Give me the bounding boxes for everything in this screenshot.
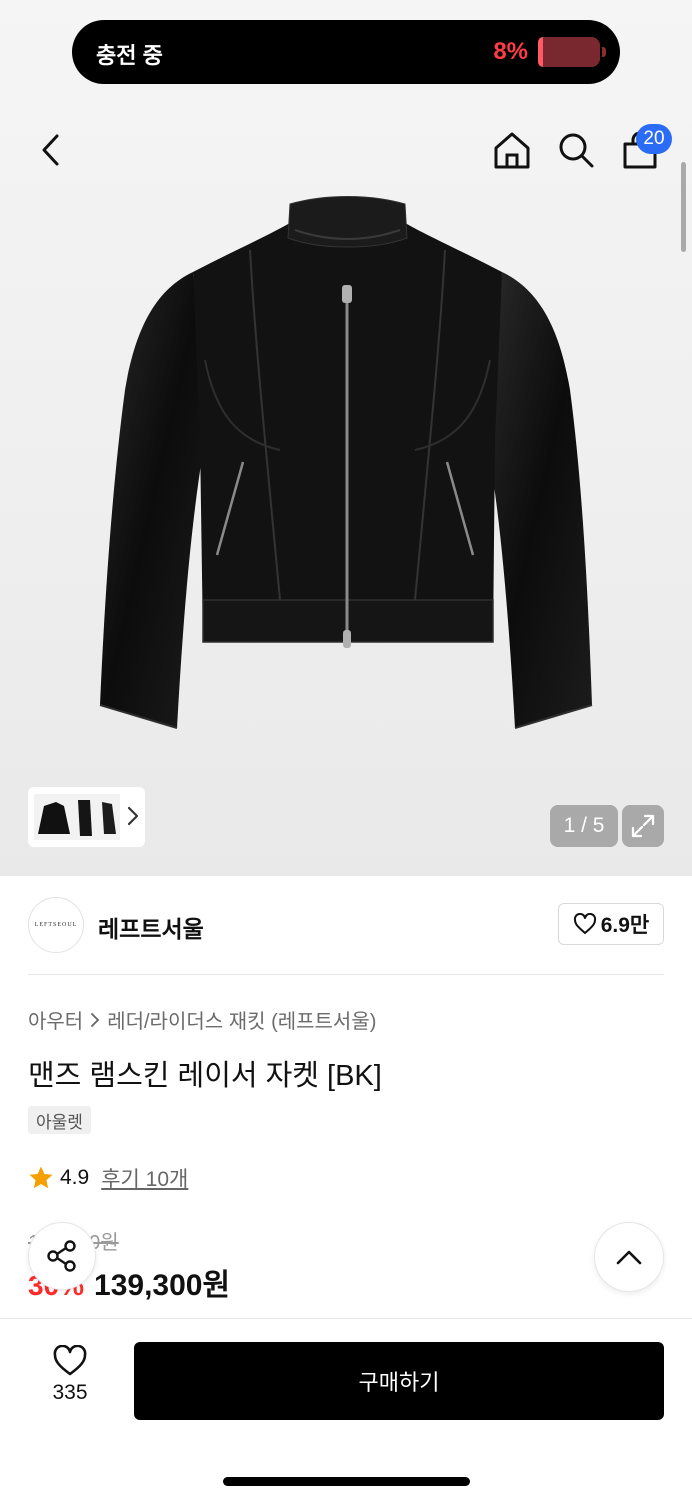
heart-icon <box>53 1345 87 1376</box>
bottom-action-bar: 335 구매하기 <box>0 1318 692 1500</box>
brand-like-count: 6.9만 <box>600 914 650 937</box>
expand-icon <box>631 814 655 838</box>
thumbnail-strip[interactable] <box>28 787 145 847</box>
divider <box>28 974 664 975</box>
scrollbar[interactable] <box>681 162 686 252</box>
buy-button[interactable]: 구매하기 <box>134 1342 664 1420</box>
brand-logo[interactable]: LEFTSEOUL <box>28 897 84 953</box>
search-button[interactable] <box>554 128 598 172</box>
cart-count-badge: 20 <box>636 124 672 154</box>
product-image[interactable] <box>95 190 600 735</box>
breadcrumb: 아우터 레더/라이더스 재킷 (레프트서울) <box>28 1005 376 1034</box>
image-counter: 1 / 5 <box>550 805 618 847</box>
outlet-tag: 아울렛 <box>28 1106 91 1134</box>
star-icon <box>29 1166 53 1189</box>
review-link[interactable]: 후기 10개 <box>101 1163 188 1193</box>
sale-price: 139,300원 <box>94 1269 231 1302</box>
share-icon <box>47 1240 76 1272</box>
product-title: 맨즈 램스킨 레이서 자켓 [BK] <box>28 1060 382 1092</box>
thumbnail-images <box>34 794 120 840</box>
charging-label: 충전 중 <box>96 43 163 68</box>
charging-status-banner: 충전 중 8% <box>72 20 620 84</box>
rating-score: 4.9 <box>60 1166 90 1189</box>
brand-logo-text: LEFTSEOUL <box>34 922 78 928</box>
battery-cap <box>602 47 606 57</box>
wishlist-count: 335 <box>52 1381 88 1404</box>
wishlist-button[interactable]: 335 <box>30 1345 110 1425</box>
battery-percent: 8% <box>493 38 528 65</box>
search-icon <box>559 133 594 168</box>
product-image-area: 충전 중 8% 20 1 / 5 <box>0 0 692 876</box>
breadcrumb-category[interactable]: 아우터 <box>28 1005 83 1034</box>
brand-like-button[interactable]: 6.9만 <box>558 903 664 945</box>
battery-icon <box>538 37 606 67</box>
home-icon <box>494 132 530 169</box>
back-button[interactable] <box>30 130 70 170</box>
chevron-right-icon <box>91 1012 100 1027</box>
home-indicator <box>223 1477 470 1486</box>
heart-icon <box>573 913 596 934</box>
chevron-up-icon <box>616 1250 642 1265</box>
home-button[interactable] <box>490 128 534 172</box>
expand-button[interactable] <box>622 805 664 847</box>
share-button[interactable] <box>28 1222 96 1290</box>
battery-empty <box>543 37 600 67</box>
chevron-right-icon <box>127 806 139 826</box>
brand-name[interactable]: 레프트서울 <box>98 910 204 944</box>
rating-row: 4.9 후기 10개 <box>28 1163 188 1193</box>
breadcrumb-subcategory[interactable]: 레더/라이더스 재킷 (레프트서울) <box>107 1005 376 1034</box>
chevron-left-icon <box>42 134 59 166</box>
scroll-top-button[interactable] <box>594 1222 664 1292</box>
